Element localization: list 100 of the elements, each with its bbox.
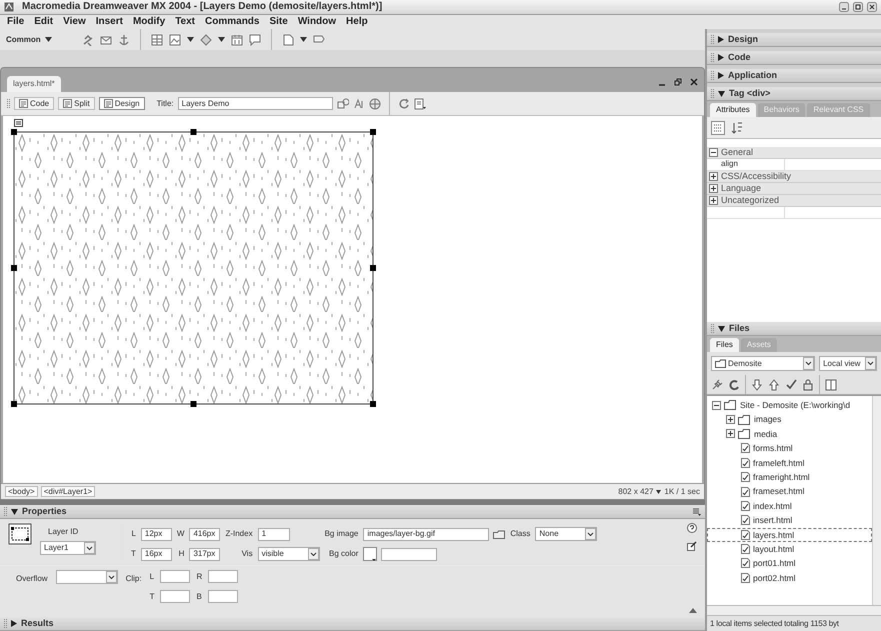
collapsed-triangle-icon[interactable]: [718, 72, 724, 79]
tree-item[interactable]: layout.html: [707, 542, 872, 556]
expanded-triangle-icon[interactable]: [718, 326, 725, 332]
help-icon[interactable]: [687, 523, 697, 533]
document-icon[interactable]: [282, 34, 294, 46]
up-arrow-icon[interactable]: [768, 378, 780, 390]
panel-header[interactable]: Files: [707, 322, 881, 336]
select-field[interactable]: visible: [258, 547, 320, 561]
text-field[interactable]: 16px: [140, 548, 172, 560]
caret-icon[interactable]: [44, 37, 52, 42]
menu-item[interactable]: Insert: [90, 16, 128, 28]
plus-box-icon[interactable]: [726, 429, 735, 438]
minus-box-icon[interactable]: [709, 148, 718, 157]
tree-item[interactable]: index.html: [707, 498, 872, 514]
file-management-icon[interactable]: [336, 98, 349, 110]
color-field[interactable]: [381, 548, 438, 560]
window-size[interactable]: 802 x 427: [618, 486, 654, 496]
panel-header[interactable]: Results: [0, 617, 705, 631]
refresh-icon[interactable]: [398, 98, 410, 110]
tag-icon[interactable]: [312, 34, 325, 46]
caret-icon[interactable]: [218, 37, 225, 42]
color-swatch-icon[interactable]: [363, 547, 378, 561]
category-row[interactable]: General: [707, 147, 881, 159]
view-select[interactable]: Local view: [819, 356, 877, 371]
tree-item[interactable]: frameright.html: [707, 470, 872, 484]
expanded-triangle-icon[interactable]: [11, 508, 18, 514]
minus-box-icon[interactable]: [712, 400, 721, 410]
close-icon[interactable]: [690, 78, 698, 86]
checkmark-icon[interactable]: [785, 378, 797, 390]
browser-check-icon[interactable]: [352, 98, 365, 110]
plus-box-icon[interactable]: [709, 184, 718, 193]
expanded-triangle-icon[interactable]: [718, 90, 725, 96]
text-field[interactable]: 416px: [189, 528, 220, 540]
text-field[interactable]: [160, 590, 190, 603]
text-field[interactable]: 12px: [140, 528, 172, 540]
text-field[interactable]: [208, 570, 238, 583]
tree-item[interactable]: images: [707, 412, 872, 427]
panel-header[interactable]: Code: [707, 51, 881, 65]
view-options-icon[interactable]: [414, 98, 426, 110]
plus-box-icon[interactable]: [726, 415, 735, 424]
layer-marker-icon[interactable]: [14, 119, 23, 127]
media-icon[interactable]: [200, 34, 212, 46]
menu-item[interactable]: View: [58, 16, 91, 28]
select-field[interactable]: None: [535, 527, 598, 541]
vertical-scrollbar[interactable]: [872, 396, 881, 605]
lock-icon[interactable]: [802, 378, 814, 390]
tree-item[interactable]: frameset.html: [707, 484, 872, 499]
panel-header[interactable]: Tag <div>: [707, 87, 881, 101]
tree-item[interactable]: layers.html: [707, 528, 872, 542]
sort-list-icon[interactable]: [731, 120, 743, 134]
category-row[interactable]: CSS/Accessibility: [707, 171, 881, 183]
tree-item[interactable]: Site - Demosite (E:\working\d: [707, 398, 872, 412]
panel-tab[interactable]: Files: [710, 338, 739, 352]
tree-item[interactable]: media: [707, 426, 872, 442]
layer-id-field[interactable]: Layer1: [40, 540, 96, 555]
panel-header[interactable]: Application: [707, 69, 881, 83]
menu-item[interactable]: File: [2, 16, 30, 28]
comment-icon[interactable]: [248, 34, 261, 46]
document-tab[interactable]: layers.html*: [7, 76, 61, 92]
calendar-icon[interactable]: [230, 34, 243, 46]
refresh-icon[interactable]: [728, 378, 740, 390]
title-field[interactable]: Layers Demo: [178, 97, 333, 110]
panel-menu-icon[interactable]: [693, 508, 701, 516]
menu-item[interactable]: Commands: [200, 16, 264, 28]
collapsed-triangle-icon[interactable]: [11, 620, 17, 627]
tag-selector-item[interactable]: <div#Layer1>: [40, 486, 96, 498]
plug-icon[interactable]: [711, 378, 723, 390]
tree-item[interactable]: frameleft.html: [707, 456, 872, 470]
text-field[interactable]: images/layer-bg.gif: [363, 528, 490, 540]
envelope-icon[interactable]: [100, 34, 112, 46]
collapsed-triangle-icon[interactable]: [718, 54, 724, 61]
menu-item[interactable]: Site: [264, 16, 293, 28]
expand-icon[interactable]: [825, 378, 837, 390]
category-view-icon[interactable]: [711, 120, 725, 134]
link-icon[interactable]: [82, 34, 94, 46]
text-field[interactable]: [208, 590, 238, 603]
view-button[interactable]: Split: [58, 96, 95, 110]
panel-tab[interactable]: Attributes: [710, 103, 756, 117]
anchor-icon[interactable]: [118, 34, 130, 46]
caret-icon[interactable]: [186, 37, 194, 42]
text-field[interactable]: [160, 570, 190, 583]
menu-item[interactable]: Window: [292, 16, 342, 28]
restore-icon[interactable]: [674, 78, 682, 86]
panel-header[interactable]: Design: [707, 33, 881, 47]
edit-icon[interactable]: [687, 541, 697, 551]
menu-item[interactable]: Modify: [128, 16, 170, 28]
select-field[interactable]: [56, 570, 118, 584]
view-button[interactable]: Code: [14, 96, 54, 110]
tree-item[interactable]: port02.html: [707, 570, 872, 586]
category-menu[interactable]: Common: [6, 34, 52, 44]
menu-item[interactable]: Text: [170, 16, 200, 28]
category-row[interactable]: Uncategorized: [707, 195, 881, 207]
table-icon[interactable]: [150, 34, 163, 46]
preview-globe-icon[interactable]: [368, 98, 381, 110]
menu-item[interactable]: Edit: [29, 16, 58, 28]
horizontal-scrollbar[interactable]: [707, 605, 881, 616]
plus-box-icon[interactable]: [709, 172, 718, 181]
view-button[interactable]: Design: [98, 96, 145, 110]
category-row[interactable]: Language: [707, 183, 881, 195]
text-field[interactable]: 1: [258, 528, 290, 540]
